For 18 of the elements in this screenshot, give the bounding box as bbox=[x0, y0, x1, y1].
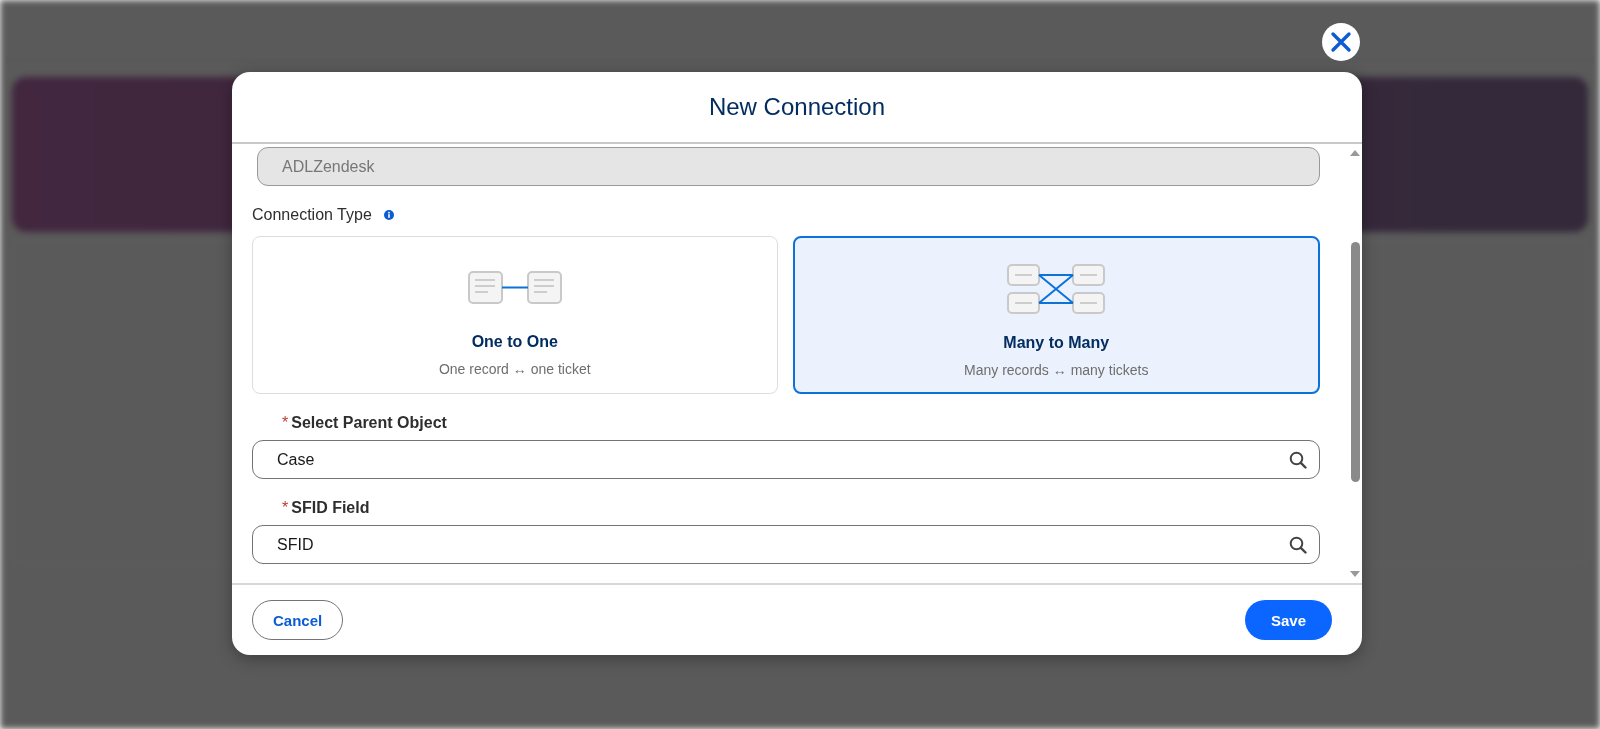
info-icon[interactable] bbox=[383, 210, 394, 220]
close-icon bbox=[1330, 31, 1352, 53]
dialog-title: New Connection bbox=[708, 93, 886, 121]
save-button[interactable]: Save bbox=[1244, 600, 1332, 640]
cancel-button[interactable]: Cancel bbox=[252, 600, 344, 640]
search-icon bbox=[1289, 450, 1307, 469]
required-asterisk: * bbox=[282, 414, 289, 432]
connection-type-card[interactable]: One to One One record ↔ one ticket bbox=[252, 236, 778, 394]
required-asterisk: * bbox=[282, 499, 289, 517]
linked-documents-icon bbox=[467, 271, 562, 305]
field-label: SFID Field bbox=[291, 499, 370, 517]
field-label: Select Parent Object bbox=[291, 414, 447, 432]
cross-linked-documents-icon bbox=[1007, 264, 1106, 314]
lookup-search-field[interactable]: Case bbox=[252, 440, 1320, 479]
search-icon bbox=[1289, 535, 1307, 554]
field-label: Connection Type bbox=[252, 206, 372, 224]
lookup-search-field[interactable]: SFID bbox=[252, 525, 1320, 564]
connection-type-card[interactable]: Many to Many Many records ↔ many tickets bbox=[792, 236, 1320, 394]
